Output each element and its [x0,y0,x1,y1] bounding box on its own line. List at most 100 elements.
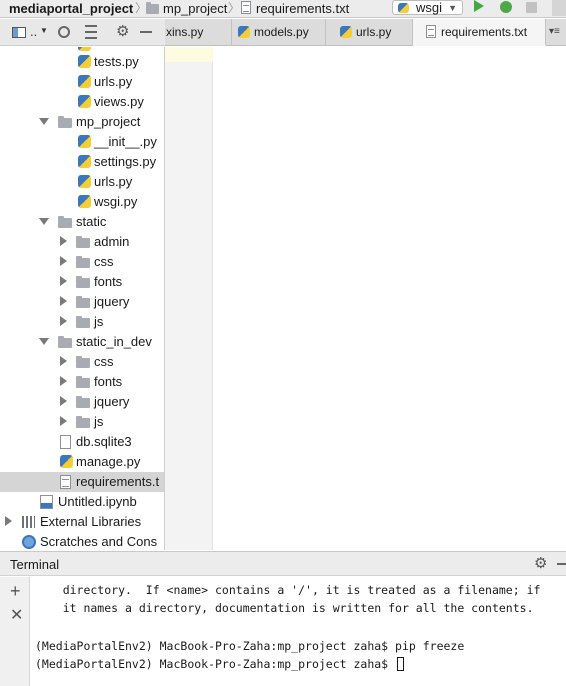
terminal-prompt: (MediaPortalEnv2) MacBook-Pro-Zaha:mp_pr… [35,657,396,671]
collapsed-arrow-icon[interactable] [60,396,67,406]
tab-urls[interactable]: urls.py [326,19,413,46]
chevron-down-icon[interactable]: ▼ [40,26,48,35]
editor-tab-bar: xins.py models.py urls.py requirements.t… [165,19,566,46]
tab-list-icon[interactable]: ▾≡ [549,26,560,37]
tree-item-label: static [76,214,107,229]
terminal-title[interactable]: Terminal [10,557,59,573]
tab-models[interactable]: models.py [232,19,326,46]
tree-item-fonts[interactable]: fonts [0,272,164,292]
toolbar-overflow [552,0,566,16]
collapsed-arrow-icon[interactable] [60,256,67,266]
tree-item-js[interactable]: js [0,412,164,432]
tree-item-label: js [94,314,104,329]
expand-arrow-icon[interactable] [39,338,49,345]
tree-item-label: views.py [94,94,144,109]
tab-requirements[interactable]: requirements.txt [413,19,546,46]
tree-item-jquery[interactable]: jquery [0,392,164,412]
collapse-all-icon[interactable] [85,25,97,39]
close-icon[interactable]: ✕ [10,607,23,625]
collapsed-arrow-icon[interactable] [60,356,67,366]
tree-item-init[interactable]: __init__.py [0,132,164,152]
tree-item-label: urls.py [94,174,133,189]
tree-item-scratches[interactable]: Scratches and Cons [0,532,164,550]
collapsed-arrow-icon[interactable] [60,376,67,386]
tree-item-static-in-dev[interactable]: static_in_dev [0,332,164,352]
python-icon [340,26,352,38]
tree-item-label: manage.py [76,454,141,469]
tree-item-css[interactable]: css [0,252,164,272]
breadcrumb-project[interactable]: mediaportal_project [9,1,133,16]
python-file-icon [78,75,91,88]
tree-item-css[interactable]: css [0,352,164,372]
expand-arrow-icon[interactable] [39,118,49,125]
tree-item-static[interactable]: static [0,212,164,232]
play-icon[interactable] [474,0,484,12]
locate-file-icon[interactable] [58,26,70,38]
tree-item-label: requirements.t [76,474,160,489]
tree-item-db-sqlite3[interactable]: db.sqlite3 [0,432,164,452]
hide-pane-icon[interactable] [140,31,152,33]
folder-icon [76,416,90,428]
tree-item-label: admin [94,234,130,249]
tree-item-requirements[interactable]: requirements.t [0,472,164,492]
tree-item-admin[interactable]: admin [0,232,164,252]
hide-pane-icon[interactable] [557,563,566,565]
project-view-icon[interactable] [12,27,26,38]
breadcrumb-file[interactable]: requirements.txt [256,1,349,16]
breadcrumb-folder[interactable]: mp_project [163,1,227,16]
run-configuration-select[interactable]: wsgi ▼ [392,0,463,15]
folder-icon [58,116,72,128]
python-file-icon [78,195,91,208]
text-file-icon [241,1,251,14]
tree-item-label: mp_project [76,114,141,129]
current-line-highlight [165,47,213,62]
folder-icon [76,296,90,308]
gear-icon[interactable]: ⚙ [116,24,129,40]
tab-label: urls.py [356,25,392,39]
tree-item-jquery[interactable]: jquery [0,292,164,312]
collapsed-arrow-icon[interactable] [60,236,67,246]
tab-mixins[interactable]: xins.py [165,19,232,46]
tree-item-fonts[interactable]: fonts [0,372,164,392]
navigation-bar: mediaportal_project 〉 mp_project 〉 requi… [0,0,566,18]
bug-icon[interactable] [500,1,512,13]
stop-icon[interactable] [526,2,537,13]
tree-item-settings[interactable]: settings.py [0,152,164,172]
tree-item-urls[interactable]: urls.py [0,172,164,192]
tree-item-external-libraries[interactable]: External Libraries [0,512,164,532]
folder-icon [76,396,90,408]
tree-item-label: static_in_dev [76,334,152,349]
collapsed-arrow-icon[interactable] [60,276,67,286]
python-file-icon [78,135,91,148]
python-file-icon [78,55,91,68]
tree-item-wsgi[interactable]: wsgi.py [0,192,164,212]
collapsed-arrow-icon[interactable] [60,316,67,326]
collapsed-arrow-icon[interactable] [60,296,67,306]
tree-item-label: External Libraries [40,514,142,529]
terminal-prompt-line[interactable]: (MediaPortalEnv2) MacBook-Pro-Zaha:mp_pr… [35,657,405,671]
python-icon [398,3,409,13]
tree-item-urls[interactable]: urls.py [0,72,164,92]
expand-arrow-icon[interactable] [39,218,49,225]
terminal-output[interactable]: directory. If <name> contains a '/', it … [31,577,566,686]
tree-item-label: jquery [94,394,130,409]
collapsed-arrow-icon[interactable] [5,516,12,526]
tree-item-js[interactable]: js [0,312,164,332]
tree-item-untitled-ipynb[interactable]: Untitled.ipynb [0,492,164,512]
tree-item-tests[interactable]: tests.py [0,52,164,72]
editor-area[interactable] [165,47,566,550]
plus-icon[interactable]: + [10,582,21,600]
tree-item-views[interactable]: views.py [0,92,164,112]
collapsed-arrow-icon[interactable] [60,416,67,426]
tree-item-mp-project[interactable]: mp_project [0,112,164,132]
folder-icon [76,256,90,268]
tree-item-label: Untitled.ipynb [58,494,137,509]
python-file-icon [78,47,91,51]
gear-icon[interactable]: ⚙ [534,555,547,572]
tab-label: requirements.txt [441,25,528,39]
tree-item-label: wsgi.py [94,194,138,209]
folder-icon [58,216,72,228]
tab-label: models.py [254,25,309,39]
project-view-label[interactable]: .. [30,24,37,40]
tree-item-manage[interactable]: manage.py [0,452,164,472]
